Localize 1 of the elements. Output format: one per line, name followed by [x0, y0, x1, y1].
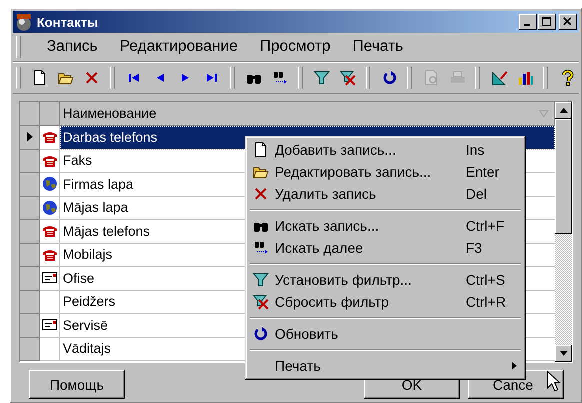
window-title: Контакты: [37, 14, 100, 30]
